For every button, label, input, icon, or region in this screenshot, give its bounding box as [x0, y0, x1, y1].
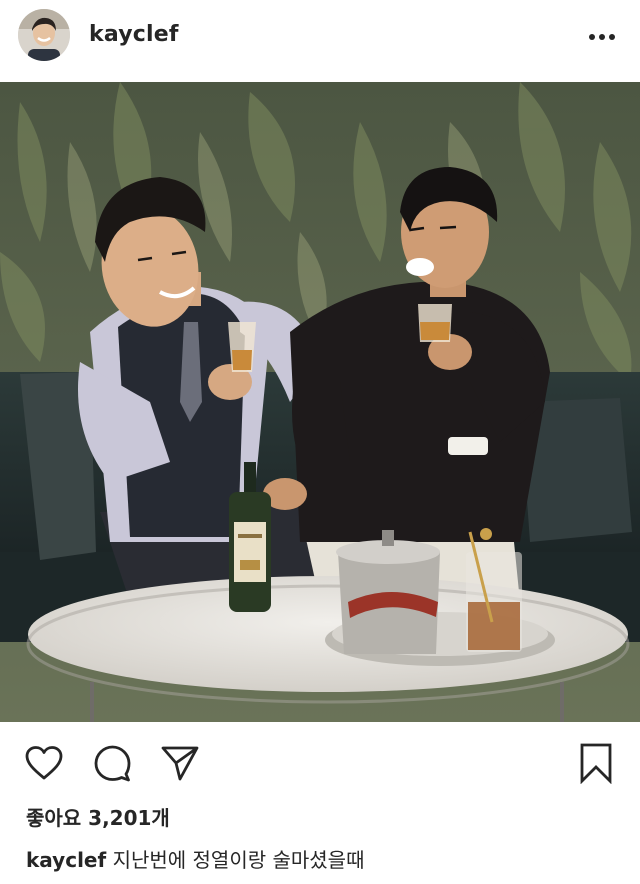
more-options-button[interactable] — [582, 22, 622, 52]
more-horizontal-icon — [589, 34, 615, 40]
caption-username[interactable]: kayclef — [26, 848, 106, 872]
post-actions — [0, 736, 640, 790]
caption-text: 지난번에 정열이랑 술마셨을때 — [112, 848, 365, 872]
post-header: kayclef — [0, 0, 640, 80]
post-caption: kayclef 지난번에 정열이랑 술마셨을때 — [26, 844, 364, 873]
post-photo[interactable] — [0, 82, 640, 722]
post-image — [0, 82, 640, 722]
bookmark-icon — [580, 743, 612, 784]
heart-icon — [25, 746, 63, 780]
avatar[interactable] — [18, 9, 70, 61]
avatar-image — [18, 9, 70, 61]
send-icon — [161, 746, 199, 781]
comment-icon — [94, 745, 131, 782]
like-button[interactable] — [20, 736, 68, 790]
save-button[interactable] — [572, 736, 620, 790]
post-username[interactable]: kayclef — [89, 22, 179, 47]
comment-button[interactable] — [88, 736, 136, 790]
likes-count[interactable]: 좋아요 3,201개 — [26, 802, 170, 831]
share-button[interactable] — [156, 736, 204, 790]
